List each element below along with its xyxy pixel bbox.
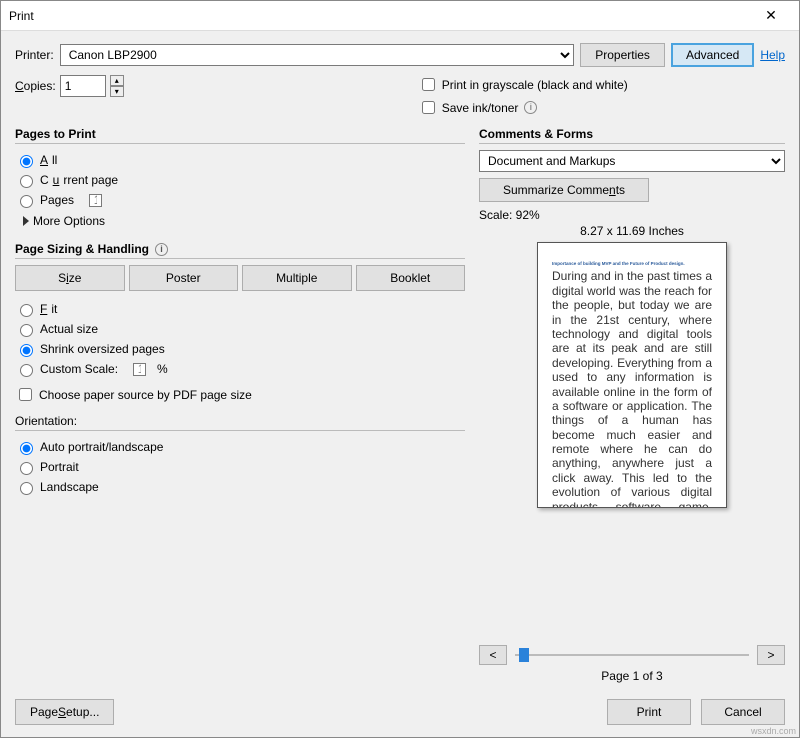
next-page-button[interactable]: > [757,645,785,665]
page-slider[interactable] [515,645,749,665]
printer-select[interactable]: Canon LBP2900 [60,44,575,66]
orientation-head: Orientation: [15,414,465,431]
preview-page: Importance of building MVP and the Futur… [537,242,727,508]
print-dialog: Print ✕ Printer: Canon LBP2900 Propertie… [0,0,800,738]
columns: Pages to Print All Current page Pages Mo… [15,127,785,687]
advanced-button[interactable]: Advanced [671,43,754,67]
preview-container: Importance of building MVP and the Futur… [479,242,785,637]
comments-forms-select[interactable]: Document and Markups [479,150,785,172]
shrink-radio[interactable]: Shrink oversized pages [15,341,465,357]
all-radio[interactable]: All [15,152,465,168]
scale-display: Scale: 92% [479,208,785,222]
cancel-button[interactable]: Cancel [701,699,785,725]
custom-scale-radio[interactable]: Custom Scale: % [15,361,465,377]
booklet-tab[interactable]: Booklet [356,265,466,291]
copies-row: Copies: ▴ ▾ Print in grayscale (black an… [15,75,785,117]
copies-input[interactable] [60,75,106,97]
info-icon[interactable]: i [524,101,537,114]
custom-scale-input [133,363,146,376]
copies-spinner[interactable]: ▴ ▾ [110,75,124,97]
info-icon[interactable]: i [155,243,168,256]
poster-tab[interactable]: Poster [129,265,239,291]
print-options: Print in grayscale (black and white) Sav… [418,75,628,117]
printer-label: Printer: [15,48,54,62]
pages-radio[interactable]: Pages [15,192,465,208]
triangle-right-icon [23,216,29,226]
size-tab[interactable]: Size [15,265,125,291]
printer-row: Printer: Canon LBP2900 Properties Advanc… [15,43,785,67]
sizing-head: Page Sizing & Handling i [15,242,465,259]
pages-input[interactable] [89,194,102,207]
prev-page-button[interactable]: < [479,645,507,665]
saveink-checkbox[interactable]: Save ink/toner i [418,98,628,117]
grayscale-checkbox[interactable]: Print in grayscale (black and white) [418,75,628,94]
content-area: Printer: Canon LBP2900 Properties Advanc… [1,31,799,691]
auto-orient-radio[interactable]: Auto portrait/landscape [15,439,465,455]
portrait-radio[interactable]: Portrait [15,459,465,475]
spinner-down-icon[interactable]: ▾ [110,86,124,97]
comments-head: Comments & Forms [479,127,785,144]
fit-radio[interactable]: Fit [15,301,465,317]
copies-group: Copies: ▴ ▾ [15,75,124,97]
sizing-tabs: Size Poster Multiple Booklet [15,265,465,291]
copies-label: Copies: [15,79,56,93]
current-radio[interactable]: Current page [15,172,465,188]
titlebar: Print ✕ [1,1,799,31]
footer: Page Setup... Print Cancel [1,691,799,737]
dialog-title: Print [9,9,751,23]
summarize-comments-button[interactable]: Summarize Comments [479,178,649,202]
dimensions-display: 8.27 x 11.69 Inches [479,224,785,238]
right-column: Comments & Forms Document and Markups Su… [479,127,785,687]
help-link[interactable]: Help [760,48,785,62]
page-setup-button[interactable]: Page Setup... [15,699,114,725]
spinner-up-icon[interactable]: ▴ [110,75,124,86]
close-icon[interactable]: ✕ [751,7,791,24]
page-indicator: Page 1 of 3 [479,669,785,683]
more-options-toggle[interactable]: More Options [23,214,465,228]
preview-nav: < > [479,645,785,665]
multiple-tab[interactable]: Multiple [242,265,352,291]
paper-source-checkbox[interactable]: Choose paper source by PDF page size [15,385,465,404]
actual-radio[interactable]: Actual size [15,321,465,337]
landscape-radio[interactable]: Landscape [15,479,465,495]
slider-thumb-icon[interactable] [519,648,529,662]
watermark: wsxdn.com [751,726,796,736]
print-button[interactable]: Print [607,699,691,725]
properties-button[interactable]: Properties [580,43,665,67]
pages-to-print-head: Pages to Print [15,127,465,144]
left-column: Pages to Print All Current page Pages Mo… [15,127,465,687]
